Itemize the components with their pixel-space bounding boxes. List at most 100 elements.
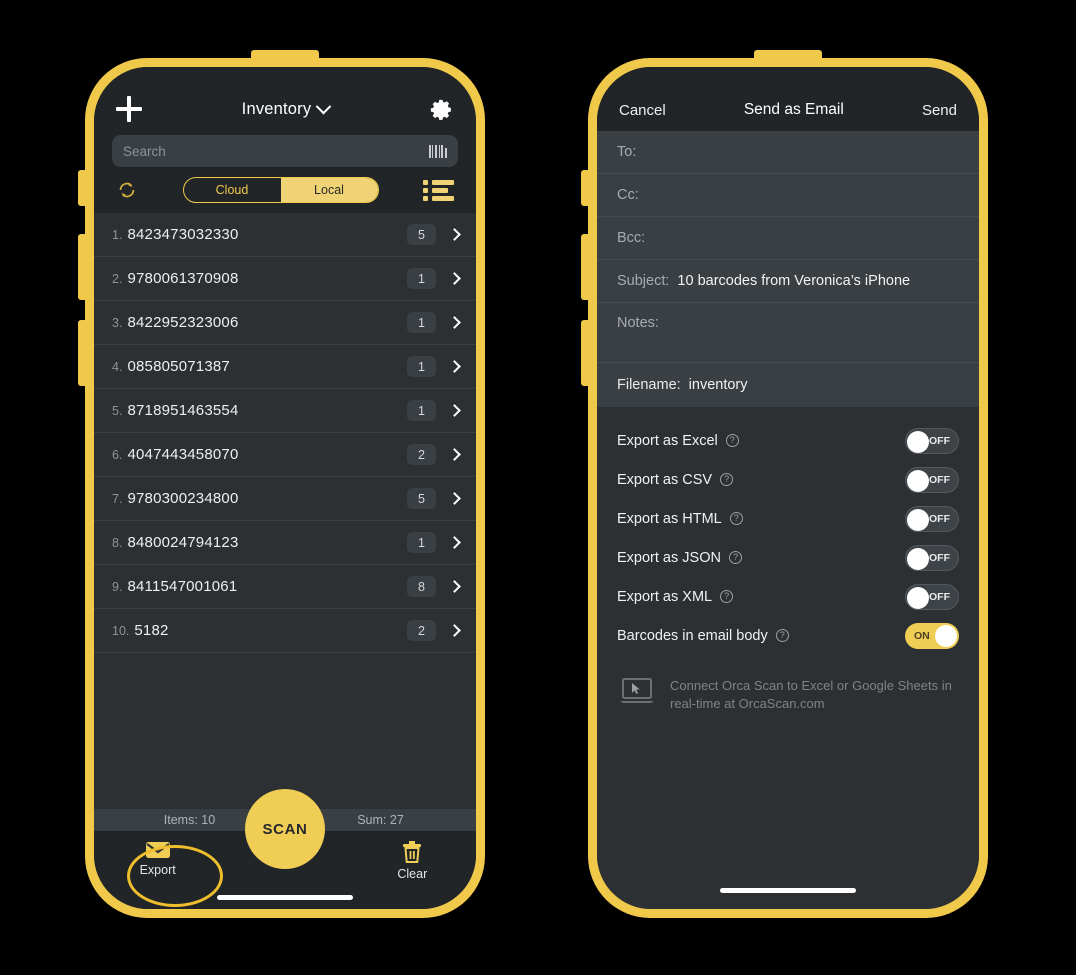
clear-button[interactable]: Clear — [349, 841, 476, 881]
table-row[interactable]: 5. 8718951463554 1 — [94, 389, 476, 433]
phone-volume-up-button[interactable] — [78, 234, 85, 300]
toggle-json[interactable]: OFF — [905, 544, 959, 571]
scan-button[interactable]: SCAN — [245, 789, 325, 869]
clear-label: Clear — [397, 867, 428, 881]
question-mark-icon[interactable]: ? — [728, 551, 742, 564]
row-quantity: 2 — [407, 620, 436, 641]
toggle-label: Export as Excel — [617, 432, 718, 449]
phone-silent-switch[interactable] — [581, 170, 588, 206]
phone-silent-switch[interactable] — [78, 170, 85, 206]
row-barcode: 8423473032330 — [127, 226, 239, 243]
table-row[interactable]: 4. 085805071387 1 — [94, 345, 476, 389]
barcode-icon[interactable] — [428, 144, 447, 158]
table-row[interactable]: 8. 8480024794123 1 — [94, 521, 476, 565]
promo-banner[interactable]: Connect Orca Scan to Excel or Google She… — [597, 655, 979, 712]
trash-icon — [403, 841, 422, 863]
gear-icon[interactable] — [429, 97, 454, 122]
inventory-header: Inventory Search Cloud Local — [94, 67, 476, 213]
chevron-right-icon[interactable] — [448, 580, 461, 593]
row-index: 10. — [112, 623, 130, 638]
filename-field[interactable]: Filename: inventory — [597, 363, 979, 407]
page-title: Send as Email — [743, 101, 844, 118]
question-mark-icon[interactable]: ? — [729, 512, 743, 525]
row-quantity: 5 — [407, 488, 436, 509]
notes-label: Notes: — [617, 315, 659, 331]
table-row[interactable]: 6. 4047443458070 2 — [94, 433, 476, 477]
barcode-list[interactable]: 1. 8423473032330 5 2. 9780061370908 1 3.… — [94, 213, 476, 809]
send-button[interactable]: Send — [922, 102, 957, 119]
toggle-state: OFF — [929, 551, 950, 564]
phone-volume-down-button[interactable] — [78, 320, 85, 386]
chevron-right-icon[interactable] — [448, 360, 461, 373]
row-index: 8. — [112, 535, 123, 550]
chevron-right-icon[interactable] — [448, 492, 461, 505]
table-row[interactable]: 7. 9780300234800 5 — [94, 477, 476, 521]
row-barcode: 8480024794123 — [127, 534, 239, 551]
table-row[interactable]: 3. 8422952323006 1 — [94, 301, 476, 345]
phone-top-tab — [251, 50, 319, 62]
table-row[interactable]: 9. 8411547001061 8 — [94, 565, 476, 609]
row-barcode: 5182 — [134, 622, 169, 639]
toggle-row-json: Export as JSON ? OFF — [597, 538, 979, 577]
toggle-html[interactable]: OFF — [905, 505, 959, 532]
bcc-field[interactable]: Bcc: — [597, 217, 979, 260]
row-barcode: 8718951463554 — [127, 402, 239, 419]
toggle-row-xml: Export as XML ? OFF — [597, 577, 979, 616]
question-mark-icon[interactable]: ? — [720, 473, 734, 486]
phone-mockup-email: Cancel Send as Email Send To: Cc: Bcc: S… — [581, 50, 988, 918]
chevron-right-icon[interactable] — [448, 404, 461, 417]
row-barcode: 9780061370908 — [127, 270, 239, 287]
question-mark-icon[interactable]: ? — [775, 629, 789, 642]
phone-volume-up-button[interactable] — [581, 234, 588, 300]
toggle-row-csv: Export as CSV ? OFF — [597, 460, 979, 499]
row-quantity: 1 — [407, 356, 436, 377]
row-barcode: 4047443458070 — [127, 446, 239, 463]
laptop-icon — [620, 678, 654, 703]
row-barcode: 085805071387 — [127, 358, 230, 375]
toggle-xml[interactable]: OFF — [905, 583, 959, 610]
row-barcode: 8411547001061 — [127, 578, 238, 595]
inventory-title-dropdown[interactable]: Inventory — [242, 98, 332, 119]
list-view-icon[interactable] — [423, 179, 454, 201]
chevron-right-icon[interactable] — [448, 228, 461, 241]
envelope-icon — [145, 842, 170, 858]
segment-local[interactable]: Local — [280, 178, 378, 202]
toggle-label: Export as JSON — [617, 549, 721, 566]
question-mark-icon[interactable]: ? — [720, 590, 734, 603]
question-mark-icon[interactable]: ? — [725, 434, 739, 447]
section-divider — [597, 407, 979, 421]
sync-icon[interactable] — [116, 179, 138, 201]
table-row[interactable]: 10. 5182 2 — [94, 609, 476, 653]
chevron-right-icon[interactable] — [448, 536, 461, 549]
email-navbar: Cancel Send as Email Send — [597, 67, 979, 131]
add-icon[interactable] — [116, 96, 142, 122]
table-row[interactable]: 2. 9780061370908 1 — [94, 257, 476, 301]
toggle-csv[interactable]: OFF — [905, 466, 959, 493]
to-field[interactable]: To: — [597, 131, 979, 174]
toggle-state: ON — [914, 629, 930, 642]
toggle-state: OFF — [929, 590, 950, 603]
source-segmented-control[interactable]: Cloud Local — [182, 177, 379, 203]
row-index: 4. — [112, 359, 123, 374]
chevron-right-icon[interactable] — [448, 448, 461, 461]
screenshot-stage: Inventory Search Cloud Local 1. 84234730… — [0, 0, 1076, 975]
row-quantity: 2 — [407, 444, 436, 465]
chevron-right-icon[interactable] — [448, 316, 461, 329]
chevron-right-icon[interactable] — [448, 272, 461, 285]
export-button[interactable]: Export — [94, 841, 221, 877]
segment-cloud[interactable]: Cloud — [184, 178, 281, 202]
notes-field[interactable]: Notes: — [597, 303, 979, 363]
cancel-button[interactable]: Cancel — [619, 102, 666, 119]
row-index: 6. — [112, 447, 123, 462]
toggle-row-html: Export as HTML ? OFF — [597, 499, 979, 538]
chevron-right-icon[interactable] — [448, 624, 461, 637]
toggle-barcodes-in-body[interactable]: ON — [905, 622, 959, 649]
table-row[interactable]: 1. 8423473032330 5 — [94, 213, 476, 257]
toggle-row-barcodes-in-body: Barcodes in email body ? ON — [597, 616, 979, 655]
search-input[interactable]: Search — [112, 135, 458, 167]
cc-field[interactable]: Cc: — [597, 174, 979, 217]
subject-field[interactable]: Subject: 10 barcodes from Veronica’s iPh… — [597, 260, 979, 303]
phone-volume-down-button[interactable] — [581, 320, 588, 386]
row-barcode: 9780300234800 — [127, 490, 239, 507]
toggle-excel[interactable]: OFF — [905, 427, 959, 454]
